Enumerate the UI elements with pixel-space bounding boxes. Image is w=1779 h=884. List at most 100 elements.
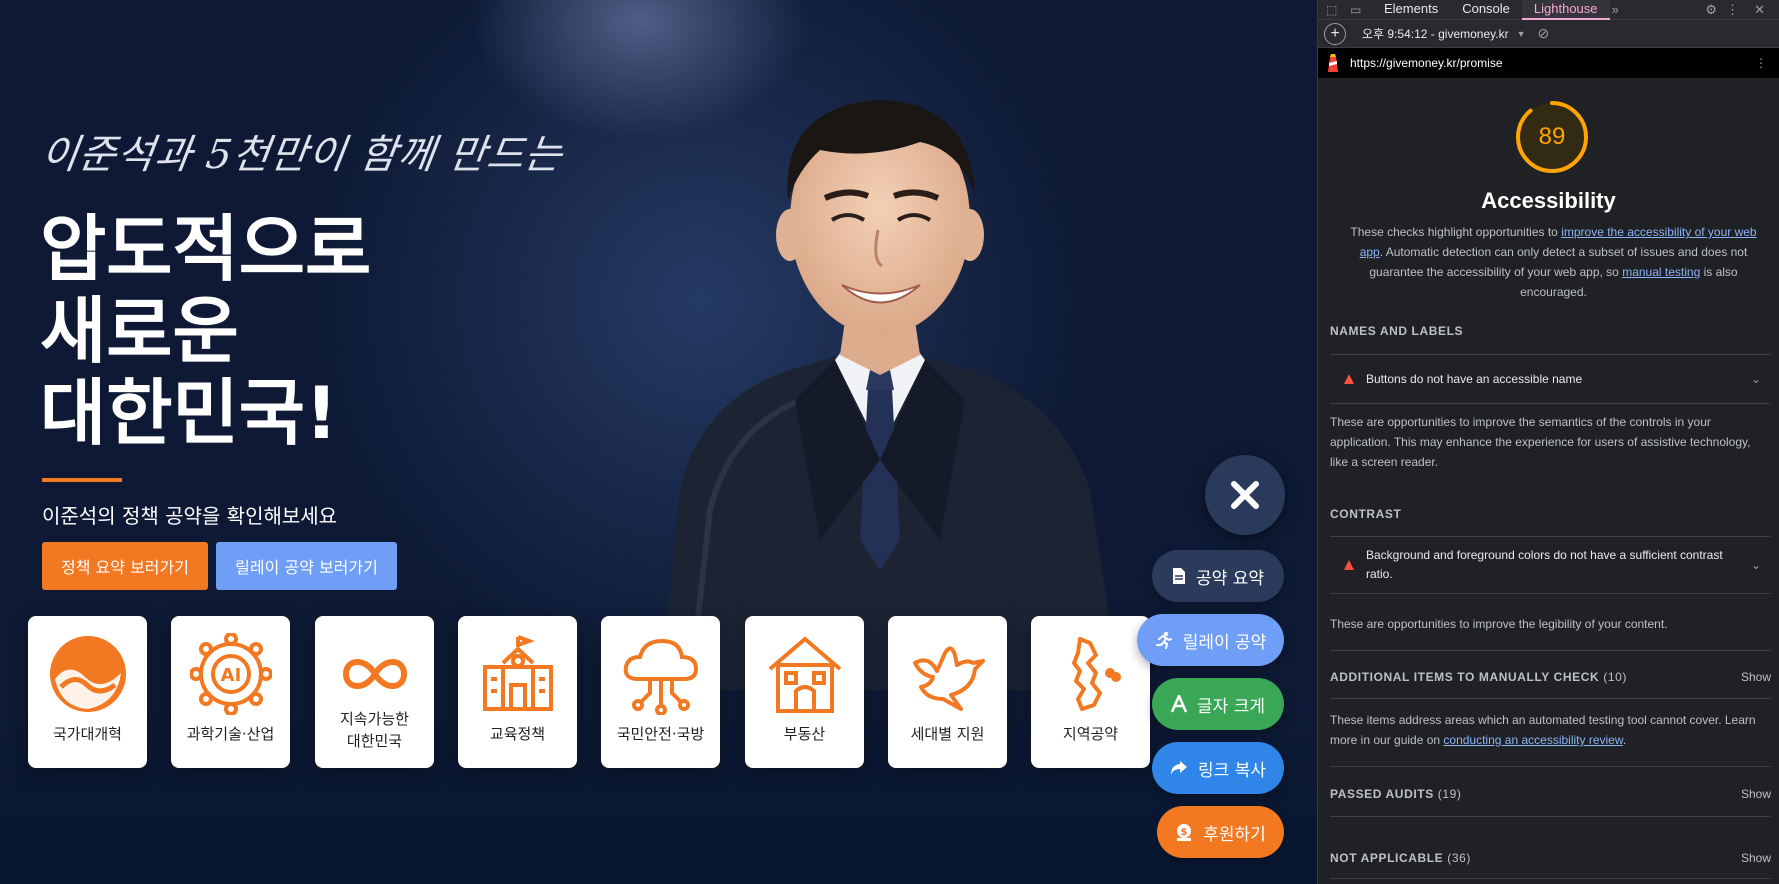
chevron-down-icon[interactable]: ⌄ bbox=[1751, 372, 1761, 386]
chevron-down-icon[interactable]: ⌄ bbox=[1751, 558, 1761, 572]
copy-link-pill[interactable]: 링크 복사 bbox=[1152, 742, 1284, 794]
divider bbox=[1330, 816, 1771, 817]
devtools-tabbar: ⬚ ▭ Elements Console Lighthouse » ⚙ ⋮ ✕ bbox=[1318, 0, 1779, 20]
cloud-circuit-icon bbox=[619, 632, 703, 716]
svg-text:$: $ bbox=[1181, 827, 1188, 838]
show-manual-button[interactable]: Show bbox=[1741, 670, 1771, 684]
section-title-text: PASSED AUDITS bbox=[1330, 787, 1434, 801]
new-report-icon[interactable]: + bbox=[1324, 22, 1346, 45]
device-toolbar-icon[interactable]: ▭ bbox=[1350, 3, 1372, 17]
lighthouse-report: 89 Accessibility These checks highlight … bbox=[1318, 80, 1779, 884]
more-tabs-icon[interactable]: » bbox=[1612, 2, 1619, 17]
section-title-text: NOT APPLICABLE bbox=[1330, 851, 1444, 865]
kebab-menu-icon[interactable]: ⋮ bbox=[1726, 2, 1739, 18]
hero-subtitle: 이준석의 정책 공약을 확인해보세요 bbox=[42, 504, 338, 528]
category-label: 과학기술·산업 bbox=[186, 725, 275, 743]
category-description: These checks highlight opportunities to … bbox=[1348, 222, 1759, 302]
pill-label: 릴레이 공약 bbox=[1182, 632, 1267, 653]
report-url-bar: https://givemoney.kr/promise ⋮ bbox=[1318, 48, 1779, 78]
share-arrow-icon bbox=[1171, 761, 1188, 775]
score-value: 89 bbox=[1538, 123, 1566, 150]
section-note: These are opportunities to improve the s… bbox=[1330, 415, 1751, 469]
audit-title: Background and foreground colors do not … bbox=[1366, 548, 1723, 581]
clear-reports-icon[interactable]: ⊘ bbox=[1538, 25, 1550, 42]
document-icon bbox=[1173, 568, 1186, 584]
section-title-not-applicable[interactable]: NOT APPLICABLE (36) bbox=[1330, 851, 1471, 865]
hero-script-line: 이준석과 5천만이 함께 만드는 bbox=[38, 132, 566, 178]
candidate-photo bbox=[660, 100, 1120, 690]
ai-chip-icon: AI bbox=[189, 632, 273, 716]
tab-console[interactable]: Console bbox=[1450, 0, 1522, 20]
section-count: (36) bbox=[1447, 851, 1471, 865]
hero-divider bbox=[42, 478, 122, 482]
section-note: These items address areas which an autom… bbox=[1330, 710, 1767, 750]
policy-summary-button[interactable]: 정책 요약 보러가기 bbox=[42, 542, 208, 590]
infinity-icon bbox=[333, 632, 417, 716]
hero-title-line: 대한민국! bbox=[40, 371, 338, 455]
divider bbox=[1330, 878, 1771, 879]
audit-row-contrast[interactable]: Background and foreground colors do not … bbox=[1330, 536, 1771, 594]
svg-text:AI: AI bbox=[220, 665, 241, 686]
category-card[interactable]: 지역공약 bbox=[1031, 616, 1150, 768]
house-icon bbox=[763, 632, 847, 716]
hero-title-line: 새로운 bbox=[40, 289, 239, 373]
relay-promise-pill[interactable]: 릴레이 공약 bbox=[1137, 614, 1284, 666]
description-text: These checks highlight opportunities to bbox=[1350, 225, 1562, 239]
font-size-pill[interactable]: 글자 크게 bbox=[1152, 678, 1284, 730]
pill-label: 공약 요약 bbox=[1196, 568, 1264, 589]
section-title-passed[interactable]: PASSED AUDITS (19) bbox=[1330, 787, 1462, 801]
hero-title: 압도적으로 새로운 대한민국! bbox=[40, 208, 371, 454]
section-title-text: ADDITIONAL ITEMS TO MANUALLY CHECK bbox=[1330, 670, 1600, 684]
tab-lighthouse[interactable]: Lighthouse bbox=[1521, 0, 1610, 20]
runner-icon bbox=[1155, 631, 1172, 649]
section-title-contrast: CONTRAST bbox=[1330, 507, 1402, 521]
fail-triangle-icon bbox=[1344, 560, 1354, 570]
promise-summary-pill[interactable]: 공약 요약 bbox=[1152, 550, 1284, 602]
section-count: (10) bbox=[1603, 670, 1627, 684]
pill-label: 후원하기 bbox=[1203, 824, 1266, 845]
report-selector[interactable]: 오후 9:54:12 - givemoney.kr bbox=[1362, 25, 1509, 42]
close-icon[interactable]: ✕ bbox=[1754, 2, 1765, 18]
lighthouse-icon bbox=[1328, 54, 1338, 72]
audit-row-button-name[interactable]: Buttons do not have an accessible name ⌄ bbox=[1330, 354, 1771, 404]
divider bbox=[1330, 766, 1771, 767]
divider bbox=[1330, 650, 1771, 651]
category-card[interactable]: AI 과학기술·산업 bbox=[171, 616, 290, 768]
korea-taeguk-icon bbox=[46, 632, 130, 716]
category-card[interactable]: 국가대개혁 bbox=[28, 616, 147, 768]
category-label: 부동산 bbox=[783, 725, 826, 743]
category-card[interactable]: 지속가능한 대한민국 bbox=[315, 616, 434, 768]
donate-icon: $ bbox=[1177, 824, 1192, 841]
category-card[interactable]: 세대별 지원 bbox=[888, 616, 1007, 768]
category-label: 국민안전·국방 bbox=[616, 725, 705, 743]
webpage-viewport: 이준석과 5천만이 함께 만드는 압도적으로 새로운 대한민국! 이준석의 정책… bbox=[0, 0, 1317, 884]
inspect-element-icon[interactable]: ⬚ bbox=[1326, 3, 1344, 17]
accessibility-review-link[interactable]: conducting an accessibility review bbox=[1443, 733, 1622, 747]
section-title-manual-check[interactable]: ADDITIONAL ITEMS TO MANUALLY CHECK (10) bbox=[1330, 670, 1627, 684]
audit-title: Buttons do not have an accessible name bbox=[1366, 372, 1583, 386]
category-label: 지역공약 bbox=[1062, 725, 1119, 743]
category-label: 지속가능한 대한민국 bbox=[339, 710, 409, 750]
donate-pill[interactable]: $ 후원하기 bbox=[1157, 806, 1284, 858]
category-label: 세대별 지원 bbox=[910, 725, 985, 743]
note-text: . bbox=[1622, 733, 1627, 747]
manual-testing-link[interactable]: manual testing bbox=[1622, 265, 1700, 279]
divider bbox=[1330, 698, 1771, 699]
category-title: Accessibility bbox=[1481, 188, 1616, 213]
category-card[interactable]: 국민안전·국방 bbox=[601, 616, 720, 768]
report-url: https://givemoney.kr/promise bbox=[1350, 56, 1503, 70]
dove-icon bbox=[906, 632, 990, 716]
close-menu-button[interactable] bbox=[1205, 455, 1285, 535]
relay-promise-button[interactable]: 릴레이 공약 보러가기 bbox=[216, 542, 397, 590]
chevron-down-icon[interactable]: ▼ bbox=[1517, 29, 1526, 39]
category-card[interactable]: 부동산 bbox=[745, 616, 864, 768]
gear-icon[interactable]: ⚙ bbox=[1705, 2, 1717, 18]
show-not-applicable-button[interactable]: Show bbox=[1741, 851, 1771, 865]
tab-elements[interactable]: Elements bbox=[1372, 0, 1450, 20]
section-title-names-labels: NAMES AND LABELS bbox=[1330, 324, 1464, 338]
kebab-menu-icon[interactable]: ⋮ bbox=[1755, 56, 1767, 70]
category-label: 국가대개혁 bbox=[52, 725, 122, 743]
category-card[interactable]: 교육정책 bbox=[458, 616, 577, 768]
school-building-icon bbox=[476, 632, 560, 716]
show-passed-button[interactable]: Show bbox=[1741, 787, 1771, 801]
